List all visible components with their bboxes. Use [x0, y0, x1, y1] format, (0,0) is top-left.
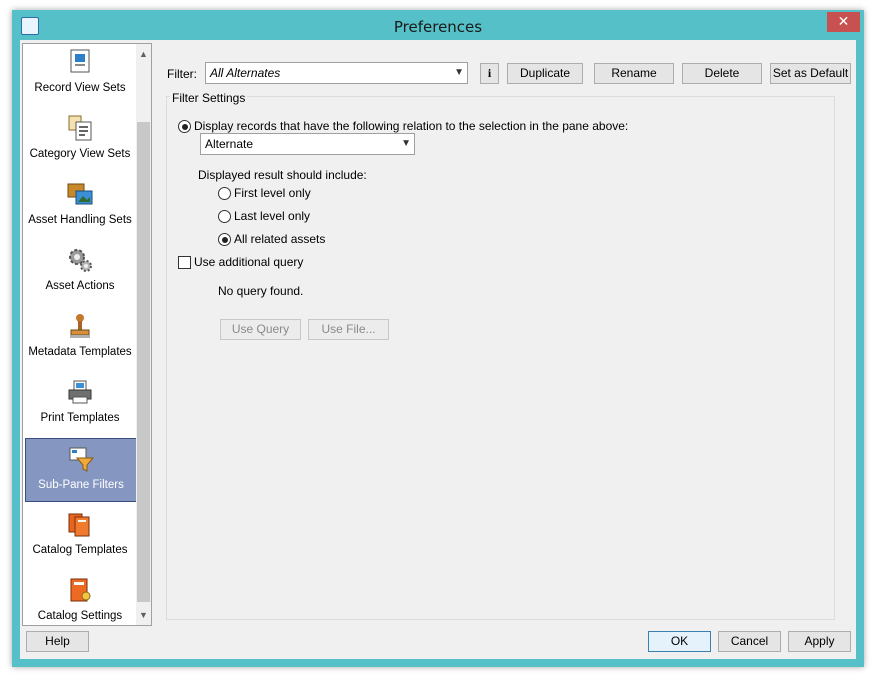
include-label: Displayed result should include: — [198, 168, 367, 182]
sidebar-item-record-view-sets[interactable]: Record View Sets — [25, 44, 135, 104]
catalog-templates-icon — [68, 513, 90, 537]
apply-button[interactable]: Apply — [788, 631, 851, 652]
dialog-client-area: Record View Sets Category View Sets Asse… — [20, 40, 856, 659]
last-level-radio[interactable] — [218, 210, 231, 223]
sidebar-item-category-view-sets[interactable]: Category View Sets — [25, 108, 135, 170]
sidebar-item-catalog-templates[interactable]: Catalog Templates — [25, 504, 135, 566]
ok-button[interactable]: OK — [648, 631, 711, 652]
category-view-sets-icon — [68, 115, 92, 141]
record-view-sets-icon — [70, 49, 90, 73]
query-status-text: No query found. — [218, 284, 304, 298]
display-records-label: Display records that have the following … — [194, 119, 629, 133]
help-button[interactable]: Help — [26, 631, 89, 652]
sidebar-item-catalog-settings[interactable]: Catalog Settings — [25, 570, 135, 625]
first-level-label: First level only — [234, 186, 311, 200]
all-related-assets-radio[interactable] — [218, 233, 231, 246]
set-as-default-button[interactable]: Set as Default — [770, 63, 851, 84]
chevron-down-icon[interactable]: ▼ — [454, 63, 464, 83]
filter-select[interactable]: All Alternates ▼ — [205, 62, 468, 84]
relation-select[interactable]: Alternate ▼ — [200, 133, 415, 155]
sidebar-item-print-templates[interactable]: Print Templates — [25, 372, 135, 434]
info-button[interactable]: i — [480, 63, 499, 84]
sidebar-item-asset-handling-sets[interactable]: Asset Handling Sets — [25, 174, 135, 236]
filter-label: Filter: — [167, 67, 197, 81]
duplicate-button[interactable]: Duplicate — [507, 63, 583, 84]
use-additional-query-label: Use additional query — [194, 255, 304, 269]
chevron-down-icon[interactable]: ▼ — [401, 134, 411, 154]
first-level-radio[interactable] — [218, 187, 231, 200]
filter-select-value: All Alternates — [210, 66, 281, 80]
asset-handling-sets-icon — [67, 183, 93, 205]
scroll-thumb[interactable] — [137, 122, 150, 602]
use-additional-query-checkbox[interactable] — [178, 256, 191, 269]
title-bar[interactable]: Preferences ✕ — [12, 10, 864, 40]
preferences-sidebar: Record View Sets Category View Sets Asse… — [22, 43, 152, 626]
catalog-settings-icon — [70, 578, 91, 602]
sidebar-item-sub-pane-filters[interactable]: Sub-Pane Filters — [25, 438, 137, 502]
scroll-up-arrow[interactable]: ▲ — [136, 46, 151, 62]
funnel-icon — [69, 447, 95, 472]
cancel-button[interactable]: Cancel — [718, 631, 781, 652]
display-records-radio[interactable] — [178, 120, 191, 133]
sidebar-scrollbar[interactable]: ▲ ▼ — [136, 44, 151, 625]
preferences-window: Preferences ✕ Record View Sets Category … — [12, 10, 864, 667]
sidebar-item-asset-actions[interactable]: Asset Actions — [25, 240, 135, 302]
filter-settings-title: Filter Settings — [170, 91, 248, 105]
rename-button[interactable]: Rename — [594, 63, 674, 84]
last-level-label: Last level only — [234, 209, 311, 223]
scroll-down-arrow[interactable]: ▼ — [136, 607, 151, 623]
window-title: Preferences — [393, 18, 483, 36]
use-file-button[interactable]: Use File... — [308, 319, 389, 340]
all-related-assets-label: All related assets — [234, 232, 326, 246]
printer-icon — [68, 380, 92, 404]
stamp-icon — [70, 314, 90, 338]
relation-select-value: Alternate — [205, 137, 254, 151]
delete-button[interactable]: Delete — [682, 63, 762, 84]
use-query-button[interactable]: Use Query — [220, 319, 301, 340]
close-button[interactable]: ✕ — [827, 12, 860, 32]
gear-icon — [69, 249, 92, 272]
sidebar-item-metadata-templates[interactable]: Metadata Templates — [25, 306, 135, 368]
